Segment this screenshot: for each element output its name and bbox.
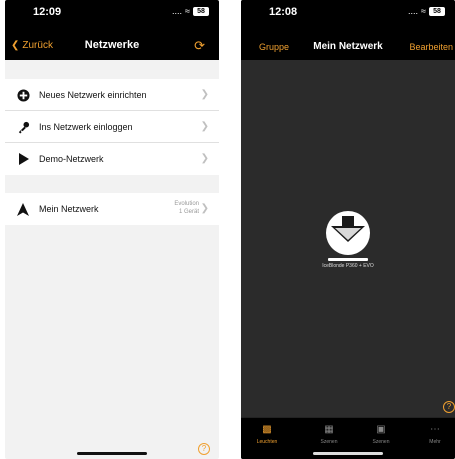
tab-label: Mehr <box>429 439 441 445</box>
signal-indicator: .... <box>408 6 419 16</box>
chevron-right-icon: ❯ <box>200 89 209 100</box>
page-title: Netzwerke <box>84 39 140 51</box>
key-icon <box>16 120 30 134</box>
scenes-icon: ▦ <box>324 424 334 435</box>
nav-bar: Gruppe Mein Netzwerk Bearbeiten <box>241 30 455 60</box>
plus-circle-icon <box>16 88 30 102</box>
chevron-right-icon: ❯ <box>200 153 209 164</box>
wifi-icon: ≈ <box>421 6 426 16</box>
help-button[interactable]: ? <box>198 443 210 455</box>
list-item-demo[interactable]: Demo-Netzwerk ❯ <box>5 143 219 175</box>
list-item-login[interactable]: Ins Netzwerk einloggen ❯ <box>5 111 219 143</box>
tab-lights[interactable]: ▩ Leuchten <box>247 424 287 445</box>
status-time: 12:09 <box>33 6 62 18</box>
battery-icon: 58 <box>193 6 209 16</box>
nav-bar: ❮ Zurück Netzwerke ⟳ <box>5 30 219 60</box>
networks-list: Mein Netzwerk Evolution 1 Gerät ❯ <box>5 193 219 225</box>
list-item-my-network[interactable]: Mein Netzwerk Evolution 1 Gerät ❯ <box>5 193 219 225</box>
device-count: 1 Gerät <box>178 209 199 215</box>
list-item-new-network[interactable]: Neues Netzwerk einrichten ❯ <box>5 79 219 111</box>
status-time: 12:08 <box>269 6 298 18</box>
list-item-label: Ins Netzwerk einloggen <box>39 121 133 132</box>
network-detail: Evolution 1 Gerät <box>174 200 199 216</box>
more-icon: ⋯ <box>430 424 440 435</box>
clapper-icon: ▣ <box>376 424 386 435</box>
play-icon <box>16 152 30 166</box>
list-item-label: Demo-Netzwerk <box>39 154 104 164</box>
device-brightness-bar <box>328 258 368 261</box>
status-indicators: .... ≈ 58 <box>172 6 209 16</box>
lamp-icon: ▩ <box>262 424 272 435</box>
actions-list: Neues Netzwerk einrichten ❯ Ins Netzwerk… <box>5 79 219 175</box>
wifi-icon: ≈ <box>185 6 190 16</box>
status-indicators: .... ≈ 58 <box>408 6 445 16</box>
battery-icon: 58 <box>429 6 445 16</box>
list-item-label: Mein Netzwerk <box>39 204 99 214</box>
home-indicator <box>313 452 383 455</box>
device-label: IceBlonde P360 + EVO <box>322 263 374 269</box>
status-bar: 12:08 .... ≈ 58 <box>241 0 455 30</box>
lamp-device-icon[interactable] <box>325 210 371 256</box>
tab-scenes-2[interactable]: ▣ Szenen <box>361 424 401 445</box>
status-bar: 12:09 .... ≈ 58 <box>5 0 219 30</box>
tab-label: Leuchten <box>256 439 278 445</box>
edit-button[interactable]: Bearbeiten <box>409 42 453 52</box>
tab-label: Szenen <box>320 439 338 445</box>
home-indicator <box>77 452 147 455</box>
my-network-screen: 12:08 .... ≈ 58 Gruppe Mein Netzwerk Bea… <box>241 0 455 459</box>
list-item-label: Neues Netzwerk einrichten <box>39 89 147 100</box>
tab-label: Szenen <box>372 439 390 445</box>
signal-indicator: .... <box>172 6 183 16</box>
networks-screen: 12:09 .... ≈ 58 ❮ Zurück Netzwerke ⟳ Neu… <box>5 0 219 459</box>
chevron-right-icon: ❯ <box>200 203 209 214</box>
network-type: Evolution <box>174 201 199 207</box>
chevron-right-icon: ❯ <box>200 121 209 132</box>
network-arrow-icon <box>16 202 30 216</box>
tab-scenes[interactable]: ▦ Szenen <box>309 424 349 445</box>
help-button[interactable]: ? <box>443 401 455 413</box>
tab-more[interactable]: ⋯ Mehr <box>415 424 455 445</box>
refresh-icon[interactable]: ⟳ <box>194 38 205 54</box>
